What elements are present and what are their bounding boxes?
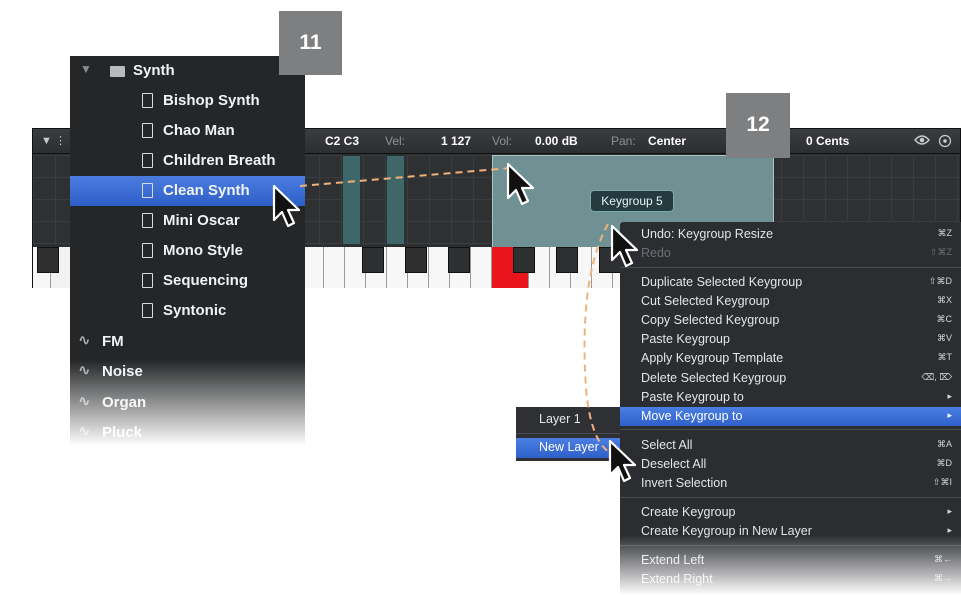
document-icon xyxy=(142,93,153,108)
waveform-icon: ∿ xyxy=(78,393,91,410)
preset-item[interactable]: Mono Style xyxy=(70,236,305,266)
folder-icon xyxy=(110,66,125,77)
menu-item-move-keygroup-to[interactable]: Move Keygroup to ▸ xyxy=(620,407,961,426)
menu-item-cut-keygroup[interactable]: Cut Selected Keygroup ⌘X xyxy=(620,292,961,311)
waveform-icon: ∿ xyxy=(78,362,91,379)
category-label: Organ xyxy=(102,394,147,411)
preset-item[interactable]: Children Breath xyxy=(70,146,305,176)
submenu-item-new-layer[interactable]: New Layer xyxy=(516,438,620,458)
submenu-item-layer-1[interactable]: Layer 1 xyxy=(516,410,620,430)
pan-value[interactable]: Center xyxy=(648,134,686,148)
preset-item[interactable]: Syntonic xyxy=(70,296,305,326)
menu-separator xyxy=(620,497,961,498)
category-organ[interactable]: ∿ Organ xyxy=(70,388,305,418)
menu-item-select-all[interactable]: Select All ⌘A xyxy=(620,436,961,455)
document-icon xyxy=(142,183,153,198)
preset-label: Mono Style xyxy=(163,242,244,259)
menu-separator xyxy=(620,267,961,268)
category-label: Pluck xyxy=(102,424,143,441)
disclosure-triangle-icon[interactable]: ▼ xyxy=(80,62,92,76)
menu-item-paste-keygroup[interactable]: Paste Keygroup ⌘V xyxy=(620,330,961,349)
step-badge-12: 12 xyxy=(726,93,790,158)
preset-item[interactable]: Sequencing xyxy=(70,266,305,296)
preset-item[interactable]: Mini Oscar xyxy=(70,206,305,236)
document-icon xyxy=(142,273,153,288)
preset-label: Children Breath xyxy=(163,152,276,169)
preset-item-selected[interactable]: Clean Synth xyxy=(70,176,305,206)
white-key[interactable] xyxy=(324,247,345,288)
black-key[interactable] xyxy=(405,247,427,273)
document-icon xyxy=(142,243,153,258)
menu-item-invert-selection[interactable]: Invert Selection ⇧⌘I xyxy=(620,474,961,493)
velocity-value[interactable]: 1 127 xyxy=(441,134,471,148)
document-icon xyxy=(142,213,153,228)
category-fm[interactable]: ∿ FM xyxy=(70,327,305,357)
layer-submenu: Layer 1 New Layer xyxy=(516,407,620,461)
tune-value[interactable]: 0 Cents xyxy=(806,134,849,148)
menu-item-create-keygroup-new-layer[interactable]: Create Keygroup in New Layer ▸ xyxy=(620,522,961,541)
black-key[interactable] xyxy=(362,247,384,273)
pan-label: Pan: xyxy=(611,134,636,148)
black-key[interactable] xyxy=(513,247,535,273)
menu-item-extend-right[interactable]: Extend Right ⌘→ xyxy=(620,570,961,589)
keygroup-tooltip: Keygroup 5 xyxy=(590,190,674,212)
step-badge-11: 11 xyxy=(279,11,342,75)
preset-browser: ▼ Synth Bishop Synth Chao Man Children B… xyxy=(70,56,305,446)
preset-label: Chao Man xyxy=(163,122,235,139)
category-pluck[interactable]: ∿ Pluck xyxy=(70,418,305,448)
menu-item-extend-left[interactable]: Extend Left ⌘← xyxy=(620,551,961,570)
menu-item-duplicate-keygroup[interactable]: Duplicate Selected Keygroup ⇧⌘D xyxy=(620,273,961,292)
menu-separator xyxy=(620,429,961,430)
keygroup-block[interactable] xyxy=(386,155,405,245)
menu-item-create-keygroup[interactable]: Create Keygroup ▸ xyxy=(620,503,961,522)
velocity-label: Vel: xyxy=(385,134,406,148)
document-icon xyxy=(142,153,153,168)
preset-item[interactable]: Chao Man xyxy=(70,116,305,146)
menu-item-apply-template[interactable]: Apply Keygroup Template ⌘T xyxy=(620,349,961,368)
category-noise[interactable]: ∿ Noise xyxy=(70,357,305,387)
menu-item-copy-keygroup[interactable]: Copy Selected Keygroup ⌘C xyxy=(620,311,961,330)
document-icon xyxy=(142,303,153,318)
document-icon xyxy=(142,123,153,138)
black-key[interactable] xyxy=(556,247,578,273)
collapse-triangle-icon[interactable]: ▼ ⋮ xyxy=(41,134,66,147)
context-menu: Undo: Keygroup Resize ⌘Z Redo ⇧⌘Z Duplicat… xyxy=(620,222,961,595)
menu-item-redo[interactable]: Redo ⇧⌘Z xyxy=(620,244,961,263)
white-key[interactable] xyxy=(471,247,492,288)
menu-item-delete-keygroup[interactable]: Delete Selected Keygroup ⌫, ⌦ xyxy=(620,369,961,388)
folder-label: Synth xyxy=(133,62,175,79)
preset-label: Clean Synth xyxy=(163,182,250,199)
black-key[interactable] xyxy=(599,247,621,273)
preset-item[interactable]: Bishop Synth xyxy=(70,86,305,116)
key-range-value[interactable]: C2 C3 xyxy=(325,134,359,148)
black-key[interactable] xyxy=(448,247,470,273)
preset-label: Syntonic xyxy=(163,302,227,319)
gear-icon[interactable] xyxy=(938,134,952,151)
category-label: Noise xyxy=(102,363,143,380)
volume-value[interactable]: 0.00 dB xyxy=(535,134,578,148)
white-key[interactable] xyxy=(303,247,324,288)
white-key[interactable] xyxy=(429,247,450,288)
menu-separator xyxy=(620,545,961,546)
eye-icon[interactable] xyxy=(914,134,930,149)
menu-separator xyxy=(516,433,620,434)
menu-item-undo[interactable]: Undo: Keygroup Resize ⌘Z xyxy=(620,225,961,244)
menu-item-paste-keygroup-to[interactable]: Paste Keygroup to ▸ xyxy=(620,388,961,407)
volume-label: Vol: xyxy=(492,134,513,148)
folder-synth[interactable]: ▼ Synth xyxy=(70,56,305,86)
keygroup-block[interactable] xyxy=(342,155,361,245)
preset-label: Mini Oscar xyxy=(163,212,240,229)
preset-label: Bishop Synth xyxy=(163,92,260,109)
menu-item-deselect-all[interactable]: Deselect All ⌘D xyxy=(620,455,961,474)
preset-label: Sequencing xyxy=(163,272,249,289)
category-label: FM xyxy=(102,333,124,350)
black-key[interactable] xyxy=(37,247,59,273)
waveform-icon: ∿ xyxy=(78,332,91,349)
waveform-icon: ∿ xyxy=(78,423,91,440)
